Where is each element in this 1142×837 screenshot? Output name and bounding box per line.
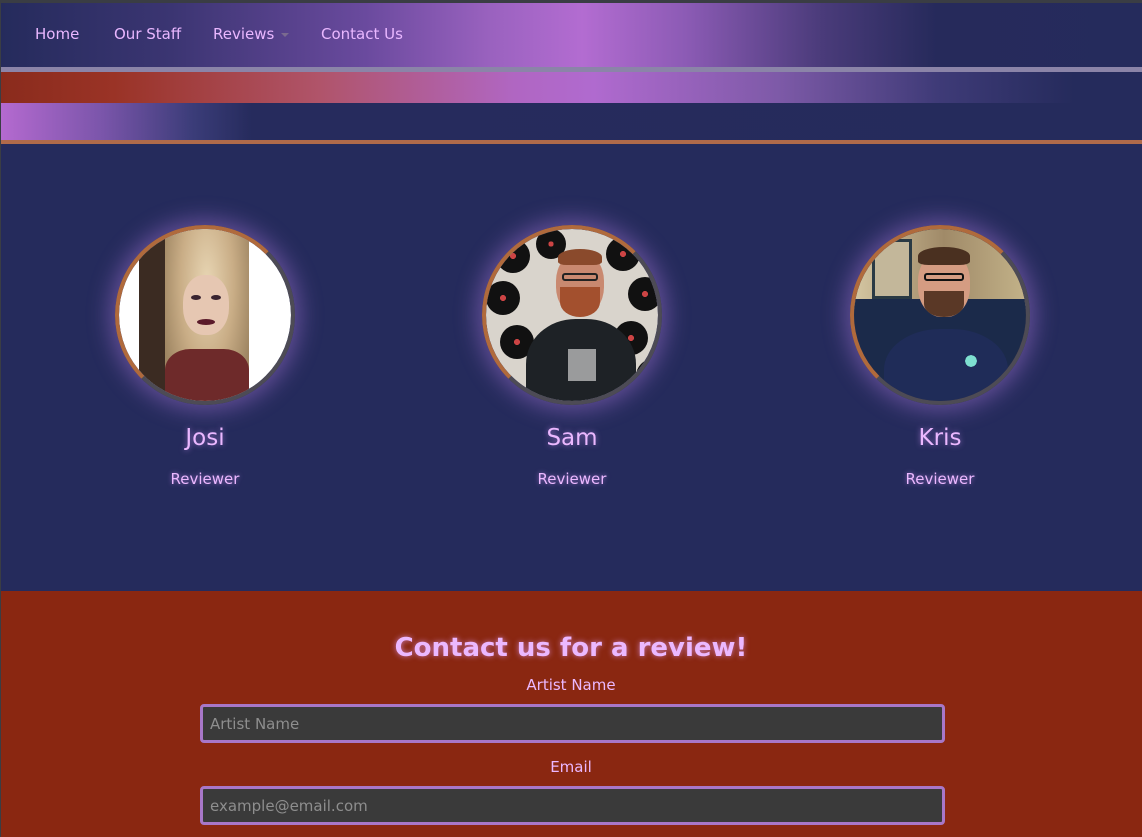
staff-photo-josi (119, 229, 291, 401)
nav-reviews-dropdown[interactable]: Reviews (213, 25, 290, 43)
avatar (482, 225, 662, 405)
gradient-banner-top (0, 72, 1142, 103)
staff-card-sam: Sam Reviewer (482, 225, 662, 488)
artist-name-input[interactable] (200, 704, 945, 743)
staff-photo-kris (854, 229, 1026, 401)
avatar (850, 225, 1030, 405)
window-left-border (0, 0, 1, 837)
staff-role: Reviewer (905, 470, 975, 488)
nav-home[interactable]: Home (35, 25, 79, 43)
banner-divider (0, 140, 1142, 144)
nav-contact-us[interactable]: Contact Us (321, 25, 403, 43)
staff-card-josi: Josi Reviewer (115, 225, 295, 488)
contact-section: Contact us for a review! Artist Name Ema… (0, 591, 1142, 837)
nav-reviews-label: Reviews (213, 25, 275, 43)
gradient-banner-bottom (0, 103, 1142, 140)
staff-photo-sam (486, 229, 658, 401)
email-label: Email (550, 758, 592, 776)
avatar (115, 225, 295, 405)
chevron-down-icon (281, 32, 290, 37)
staff-role: Reviewer (170, 470, 240, 488)
navbar: Home Our Staff Reviews Contact Us (0, 3, 1142, 67)
contact-title: Contact us for a review! (394, 633, 748, 663)
staff-name: Sam (546, 425, 598, 451)
staff-name: Josi (185, 425, 225, 451)
staff-role: Reviewer (537, 470, 607, 488)
nav-our-staff[interactable]: Our Staff (114, 25, 181, 43)
staff-name: Kris (918, 425, 962, 451)
staff-card-kris: Kris Reviewer (850, 225, 1030, 488)
email-input[interactable] (200, 786, 945, 825)
artist-name-label: Artist Name (526, 676, 616, 694)
